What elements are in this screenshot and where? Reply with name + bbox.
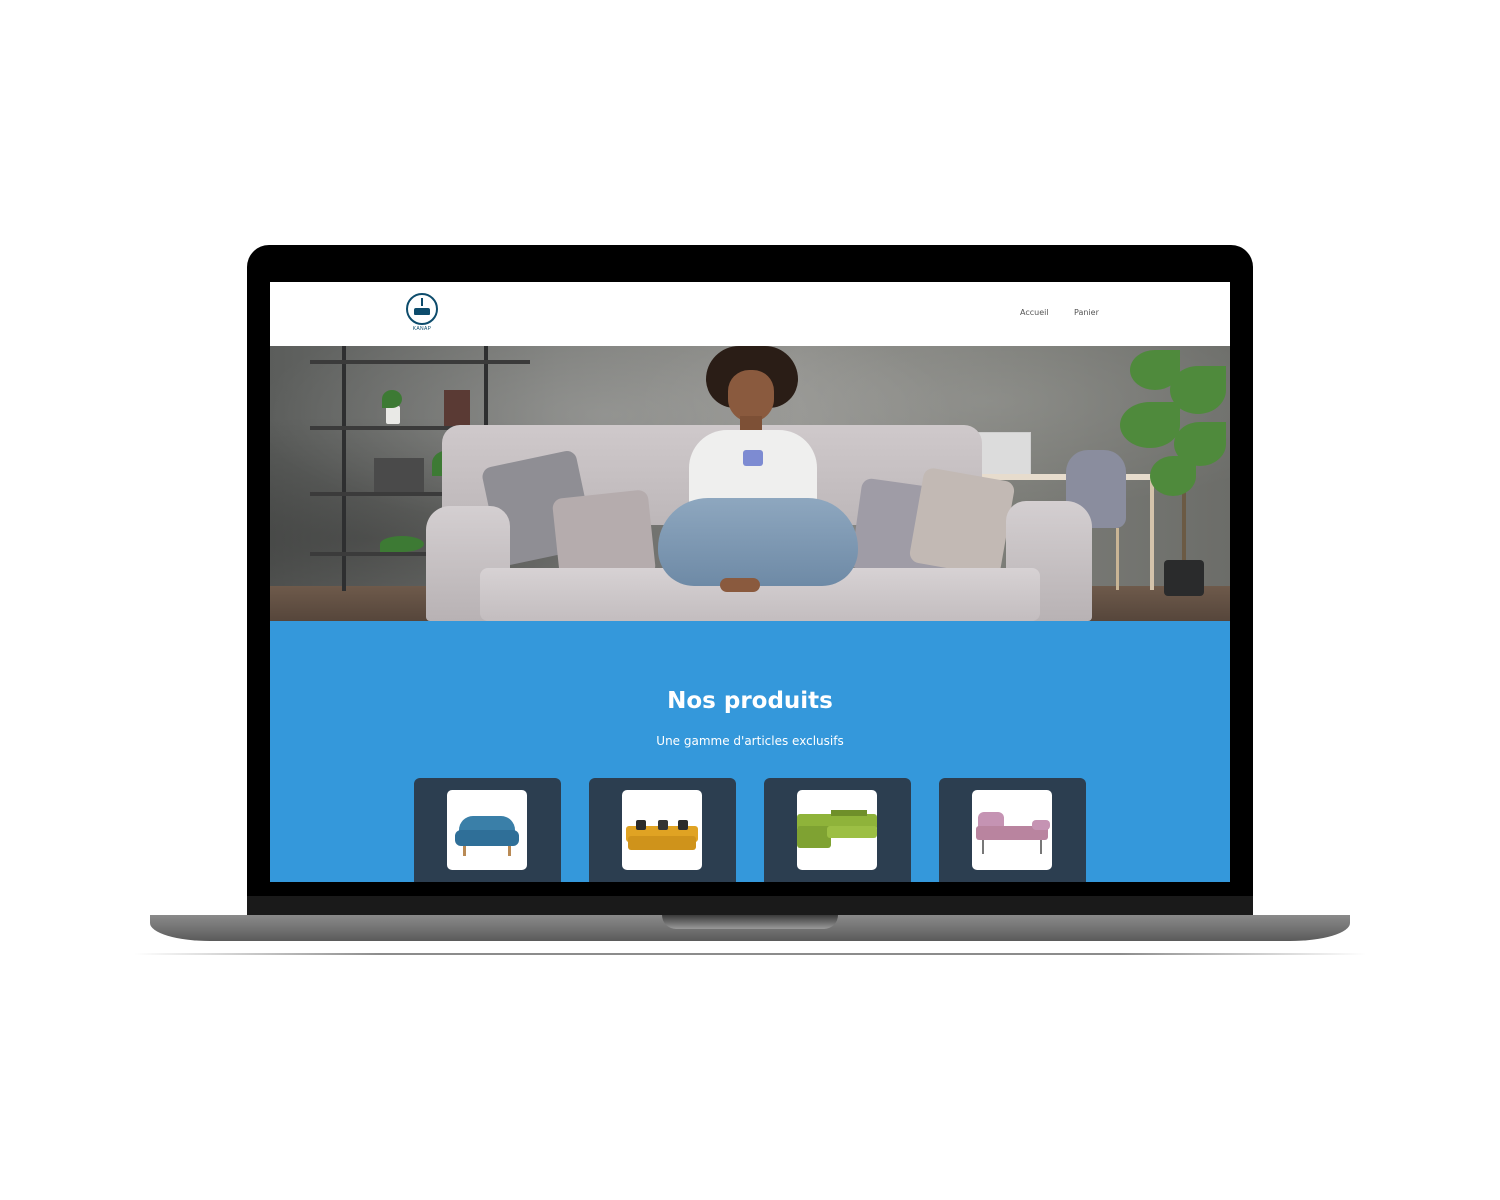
phone-icon xyxy=(743,450,763,466)
product-image[interactable] xyxy=(447,790,527,870)
nav-home-link[interactable]: Accueil xyxy=(1020,308,1049,317)
product-image[interactable] xyxy=(622,790,702,870)
hero-banner-image xyxy=(270,346,1230,621)
product-card[interactable] xyxy=(764,778,911,882)
section-subtitle: Une gamme d'articles exclusifs xyxy=(656,734,844,748)
nav-cart-link[interactable]: Panier xyxy=(1074,308,1099,317)
product-card[interactable] xyxy=(589,778,736,882)
logo-sofa-icon xyxy=(406,293,438,325)
product-image[interactable] xyxy=(797,790,877,870)
header: KANAP Accueil Panier xyxy=(270,282,1230,346)
laptop-notch xyxy=(662,915,838,929)
section-title: Nos produits xyxy=(667,688,833,714)
products-section: Nos produits Une gamme d'articles exclus… xyxy=(270,621,1230,882)
product-card[interactable] xyxy=(939,778,1086,882)
product-card[interactable] xyxy=(414,778,561,882)
logo-text: KANAP xyxy=(412,326,432,332)
product-image[interactable] xyxy=(972,790,1052,870)
logo[interactable]: KANAP xyxy=(404,293,440,335)
laptop-shadow xyxy=(134,953,1366,955)
screen: KANAP Accueil Panier Nos produits Une ga… xyxy=(270,282,1230,882)
laptop-chin xyxy=(247,896,1253,916)
